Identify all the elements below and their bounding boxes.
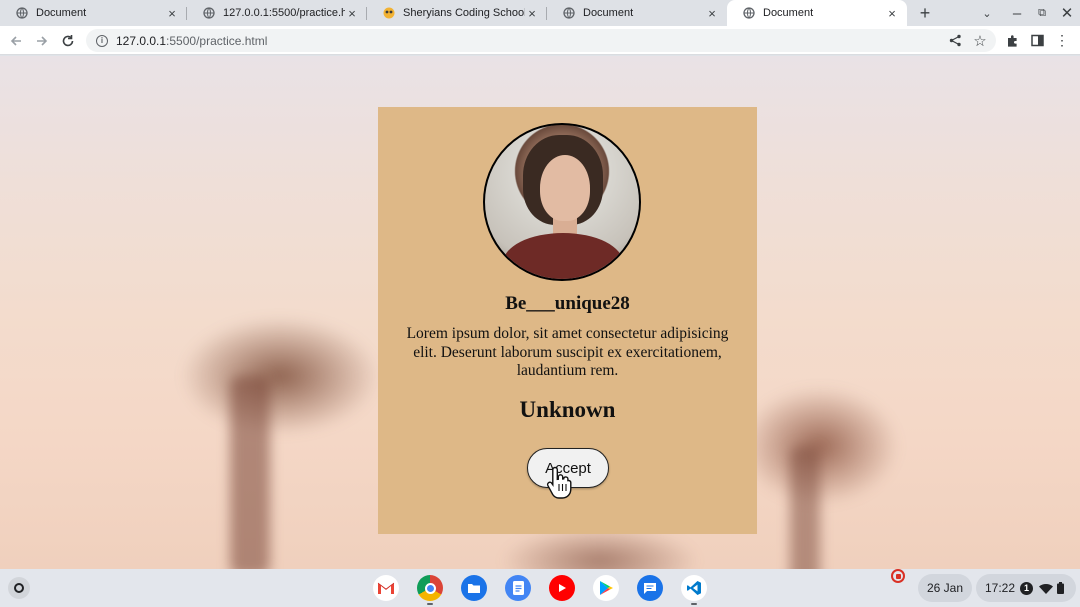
- tab-search-icon[interactable]: ⌄: [975, 0, 999, 26]
- avatar-body: [503, 233, 623, 279]
- docs-icon[interactable]: [505, 575, 531, 601]
- minimize-icon[interactable]: –: [1005, 0, 1029, 26]
- subtitle-heading: Unknown: [519, 397, 616, 422]
- new-tab-button[interactable]: +: [912, 0, 938, 26]
- screen-record-icon[interactable]: [891, 569, 905, 583]
- back-icon[interactable]: [4, 26, 28, 55]
- os-shelf: 26 Jan 17:22 1: [0, 569, 1080, 607]
- page-viewport: Be___unique28 Lorem ipsum dolor, sit ame…: [0, 56, 1080, 569]
- play-store-icon[interactable]: [593, 575, 619, 601]
- date-text: 26 Jan: [926, 581, 964, 595]
- background-palm: [790, 446, 820, 569]
- close-icon[interactable]: ×: [165, 6, 179, 21]
- bookmark-star-icon[interactable]: ☆: [968, 26, 992, 55]
- tab-sheryians[interactable]: Sheryians Coding School | Ho ×: [367, 0, 547, 26]
- youtube-icon[interactable]: [549, 575, 575, 601]
- close-icon[interactable]: ×: [345, 6, 359, 21]
- tab-title: 127.0.0.1:5500/practice.html: [223, 7, 345, 19]
- tab-title: Document: [583, 7, 634, 19]
- chrome-icon[interactable]: [417, 575, 443, 601]
- background-palm: [740, 386, 900, 506]
- messages-icon[interactable]: [637, 575, 663, 601]
- globe-icon: [16, 7, 28, 19]
- address-url: 127.0.0.1:5500/practice.html: [116, 33, 268, 48]
- close-icon[interactable]: ×: [705, 6, 719, 21]
- tab-title: Sheryians Coding School | Ho: [403, 7, 525, 19]
- background-palm: [180, 316, 380, 436]
- menu-icon[interactable]: ⋮: [1050, 26, 1074, 55]
- forward-icon[interactable]: [30, 26, 54, 55]
- status-tray[interactable]: 17:22 1: [976, 574, 1076, 602]
- globe-icon: [563, 7, 575, 19]
- tab-document-1[interactable]: Document ×: [0, 0, 187, 26]
- tab-practice[interactable]: 127.0.0.1:5500/practice.html ×: [187, 0, 367, 26]
- background-palm: [230, 376, 270, 569]
- globe-icon: [743, 7, 755, 19]
- date-pill[interactable]: 26 Jan: [918, 574, 972, 602]
- side-panel-icon[interactable]: [1025, 26, 1049, 55]
- tab-document-2[interactable]: Document ×: [547, 0, 727, 26]
- tab-document-active[interactable]: Document ×: [727, 0, 907, 26]
- vscode-icon[interactable]: [681, 575, 707, 601]
- tab-title: Document: [36, 7, 87, 19]
- browser-toolbar: i 127.0.0.1:5500/practice.html ☆ ⋮: [0, 26, 1080, 55]
- battery-icon: [1057, 582, 1065, 594]
- reload-icon[interactable]: [56, 26, 80, 55]
- launcher-button[interactable]: [8, 577, 30, 599]
- running-indicator: [427, 603, 433, 605]
- profile-card: Be___unique28 Lorem ipsum dolor, sit ame…: [378, 107, 757, 534]
- hand-cursor-icon: [546, 466, 572, 499]
- restore-icon[interactable]: ⧉: [1030, 0, 1054, 26]
- tab-strip: Document × 127.0.0.1:5500/practice.html …: [0, 0, 1080, 26]
- close-icon[interactable]: ×: [525, 6, 539, 21]
- wifi-icon: [1039, 583, 1054, 594]
- gmail-icon[interactable]: [373, 575, 399, 601]
- running-indicator: [691, 603, 697, 605]
- close-icon[interactable]: ×: [885, 6, 899, 21]
- clock-text: 17:22: [985, 581, 1016, 595]
- extensions-icon[interactable]: [1000, 26, 1024, 55]
- site-info-icon[interactable]: i: [96, 34, 108, 47]
- sheryians-icon: [383, 7, 395, 19]
- address-bar[interactable]: i 127.0.0.1:5500/practice.html: [86, 29, 996, 52]
- notification-badge-icon: 1: [1020, 581, 1034, 595]
- globe-icon: [203, 7, 215, 19]
- avatar-face: [540, 155, 590, 221]
- tab-title: Document: [763, 7, 814, 19]
- avatar: [483, 123, 641, 281]
- close-window-icon[interactable]: ✕: [1055, 0, 1079, 26]
- files-icon[interactable]: [461, 575, 487, 601]
- description-text: Lorem ipsum dolor, sit amet consectetur …: [406, 325, 729, 379]
- share-icon[interactable]: [943, 26, 967, 55]
- username: Be___unique28: [505, 293, 630, 314]
